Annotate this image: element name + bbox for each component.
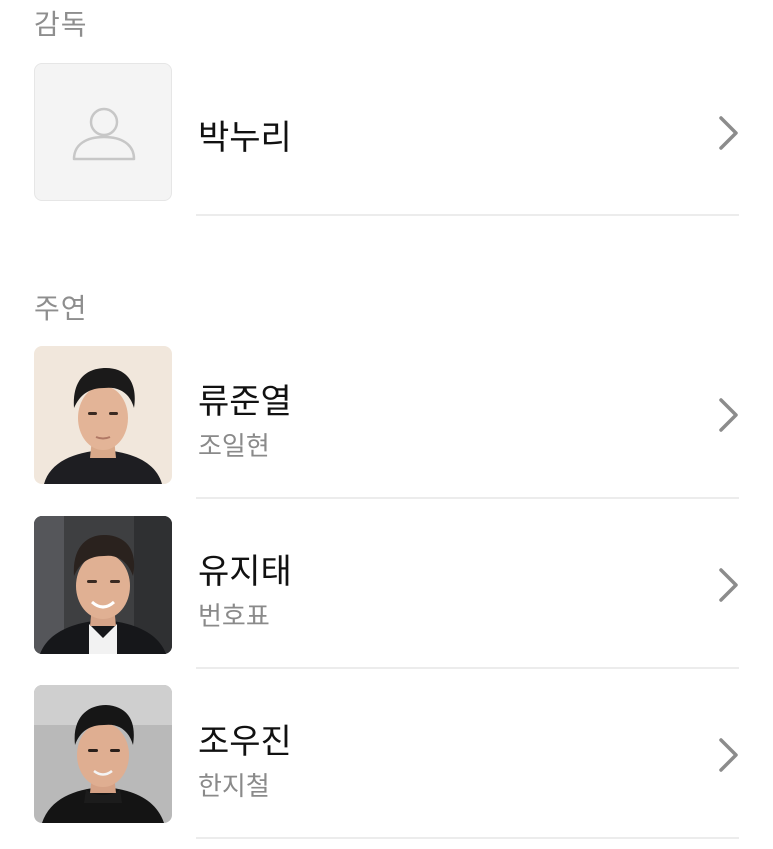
- divider: [196, 497, 739, 499]
- actor-photo: [34, 346, 172, 484]
- person-row-cast-3[interactable]: 조우진 한지철: [0, 680, 773, 839]
- person-name: 류준열: [198, 382, 292, 422]
- person-placeholder-icon: [34, 63, 172, 201]
- person-name: 조우진: [198, 722, 292, 762]
- divider: [196, 837, 739, 839]
- section-label-cast: 주연: [34, 292, 88, 325]
- person-role: 조일현: [198, 432, 270, 462]
- actor-photo: [34, 685, 172, 823]
- person-row-cast-1[interactable]: 류준열 조일현: [0, 340, 773, 499]
- divider: [196, 667, 739, 669]
- divider: [196, 214, 739, 216]
- person-name: 박누리: [198, 118, 292, 158]
- chevron-right-icon[interactable]: [712, 113, 744, 153]
- actor-photo: [34, 516, 172, 654]
- chevron-right-icon[interactable]: [712, 735, 744, 775]
- chevron-right-icon[interactable]: [712, 395, 744, 435]
- person-row-director[interactable]: 박누리: [0, 56, 773, 216]
- person-role: 번호표: [198, 602, 270, 632]
- section-label-director: 감독: [34, 8, 88, 41]
- person-role: 한지철: [198, 772, 270, 802]
- person-row-cast-2[interactable]: 유지태 번호표: [0, 510, 773, 669]
- chevron-right-icon[interactable]: [712, 565, 744, 605]
- person-name: 유지태: [198, 552, 292, 592]
